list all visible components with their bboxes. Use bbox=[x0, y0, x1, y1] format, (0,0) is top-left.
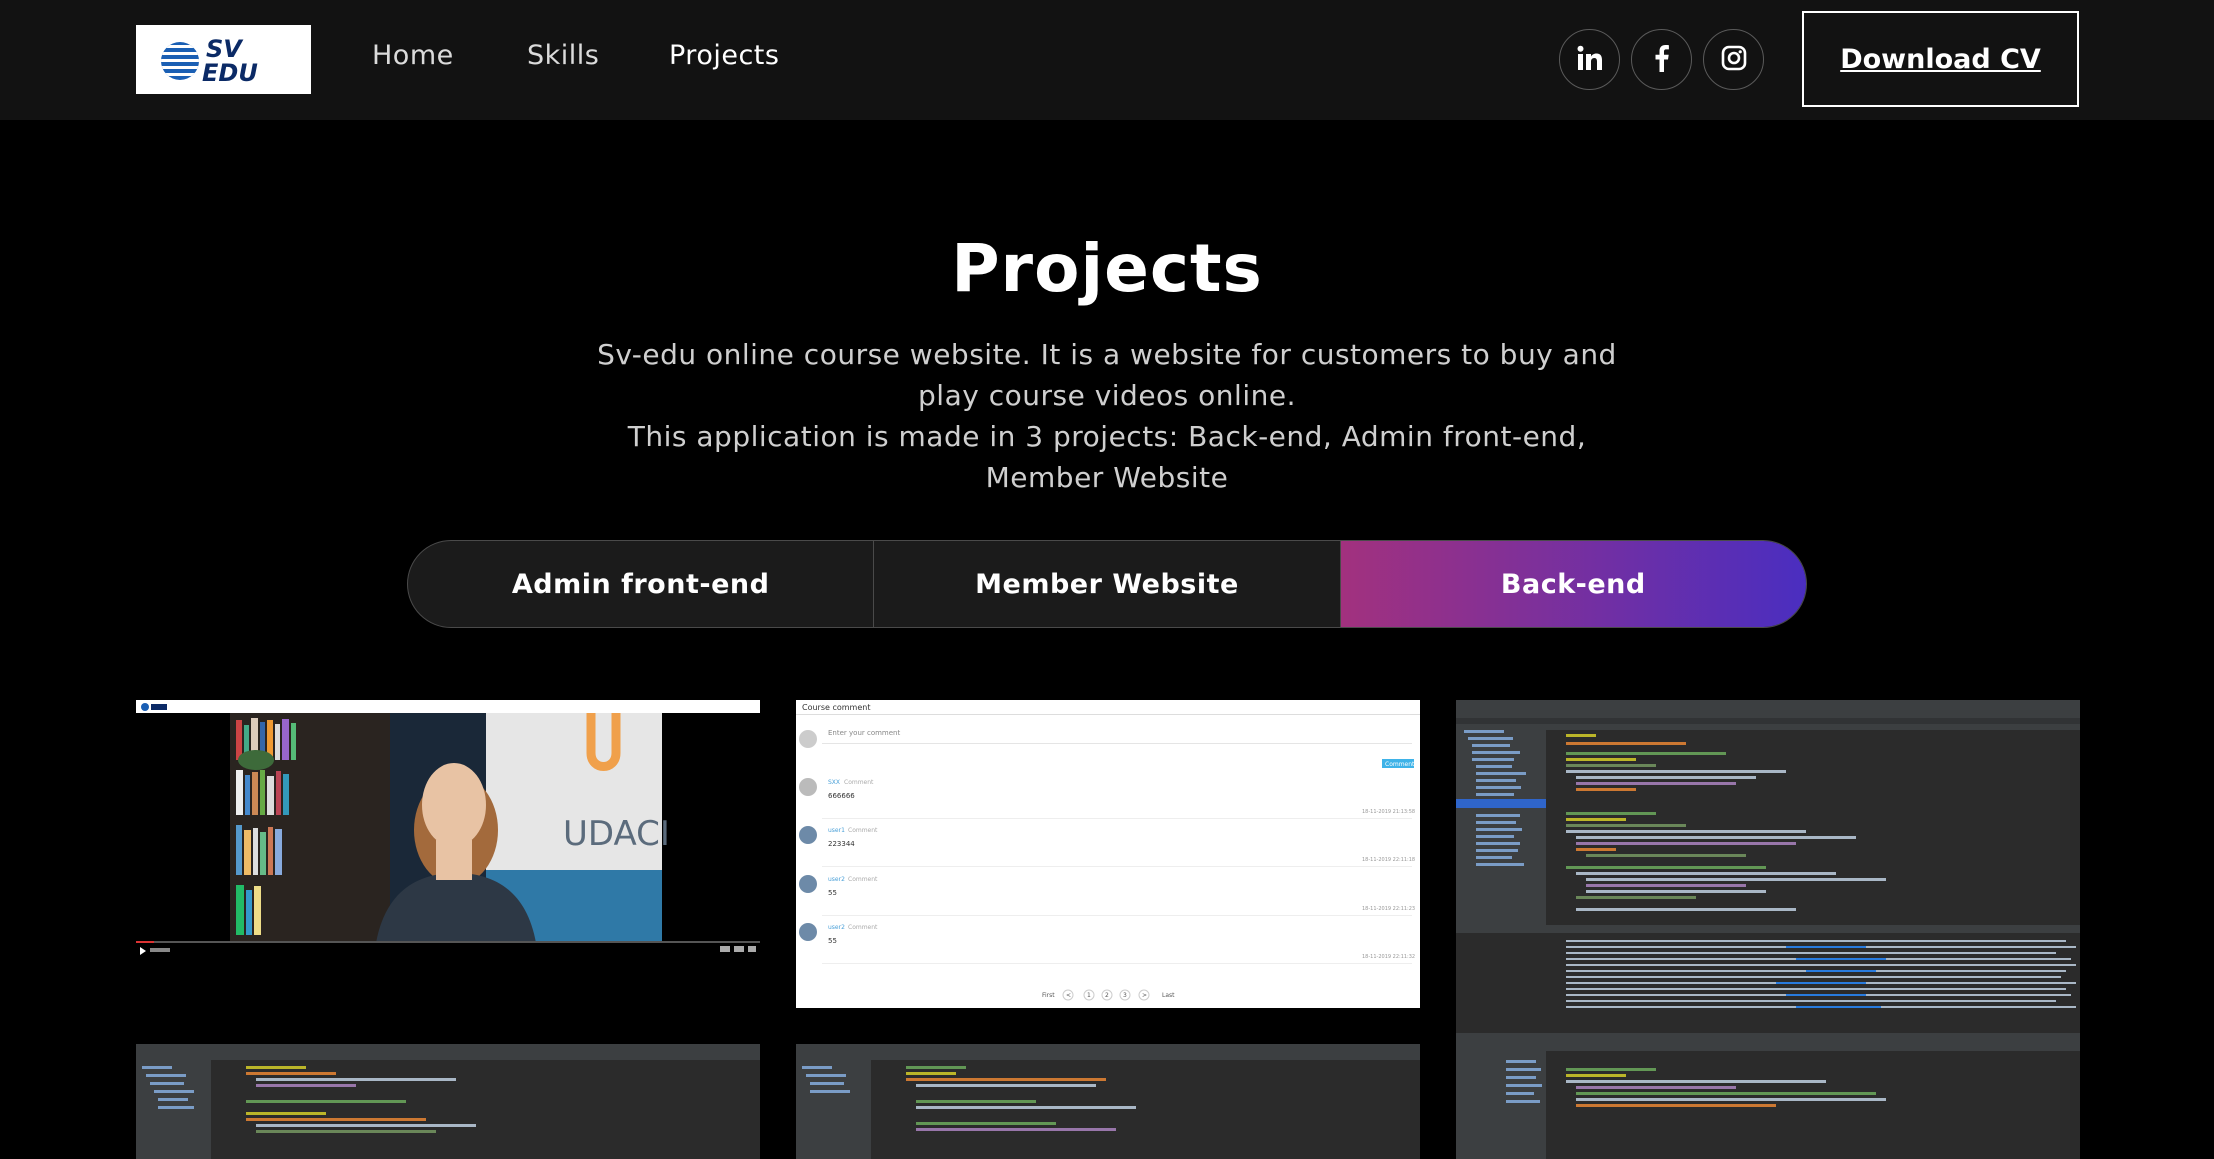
svg-text:666666: 666666 bbox=[828, 792, 855, 800]
comment-panel-header: Course comment bbox=[802, 703, 870, 712]
facebook-button[interactable] bbox=[1631, 29, 1692, 90]
description-line-2: This application is made in 3 projects: … bbox=[627, 420, 1587, 494]
screenshot-ide-code-1[interactable] bbox=[136, 1044, 760, 1159]
description-line-1: Sv-edu online course website. It is a we… bbox=[597, 338, 1617, 412]
screenshot-video-player[interactable]: UDACI bbox=[136, 700, 760, 956]
svg-text:2: 2 bbox=[1105, 992, 1109, 999]
logo-text-edu: EDU bbox=[202, 59, 258, 87]
screenshot-ide-code-2[interactable] bbox=[796, 1044, 1420, 1159]
svg-text:<: < bbox=[1066, 992, 1071, 999]
sv-edu-logo[interactable]: SV EDU bbox=[136, 25, 311, 94]
instagram-icon bbox=[1721, 45, 1747, 75]
linkedin-icon bbox=[1577, 45, 1603, 75]
svg-text:Comment: Comment bbox=[844, 779, 874, 786]
svg-text:18-11-2019 22:11:23: 18-11-2019 22:11:23 bbox=[1362, 906, 1415, 912]
comment-input-placeholder: Enter your comment bbox=[828, 729, 900, 737]
svg-text:>: > bbox=[1142, 992, 1147, 999]
navbar: SV EDU Home Skills Projects Download CV bbox=[0, 0, 2214, 120]
svg-text:55: 55 bbox=[828, 889, 837, 897]
download-cv-button[interactable]: Download CV bbox=[1802, 11, 2079, 107]
svg-text:First: First bbox=[1042, 992, 1055, 999]
linkedin-button[interactable] bbox=[1559, 29, 1620, 90]
svg-text:user2: user2 bbox=[828, 924, 845, 931]
svg-text:Comment: Comment bbox=[848, 924, 878, 931]
svg-text:Comment: Comment bbox=[848, 827, 878, 834]
svg-text:Comment: Comment bbox=[848, 876, 878, 883]
comment-submit-label: Comment bbox=[1385, 761, 1415, 768]
svg-text:18-11-2019 22:11:32: 18-11-2019 22:11:32 bbox=[1362, 954, 1415, 960]
svg-text:55: 55 bbox=[828, 937, 837, 945]
tab-member-website[interactable]: Member Website bbox=[874, 541, 1341, 627]
comment-item: SXX Comment 666666 18-11-2019 21:13:58 bbox=[799, 778, 1415, 819]
svg-text:SXX: SXX bbox=[828, 779, 840, 786]
video-brand-text: UDACI bbox=[563, 814, 670, 854]
svg-text:Last: Last bbox=[1162, 992, 1175, 999]
svg-text:1: 1 bbox=[1087, 992, 1091, 999]
nav-skills[interactable]: Skills bbox=[527, 40, 599, 71]
section-title: Projects bbox=[951, 230, 1263, 307]
instagram-button[interactable] bbox=[1703, 29, 1764, 90]
svg-text:3: 3 bbox=[1123, 992, 1127, 999]
comment-item: user2 Comment 55 18-11-2019 22:11:32 bbox=[799, 923, 1415, 964]
project-tabs: Admin front-end Member Website Back-end bbox=[407, 540, 1807, 628]
svg-text:18-11-2019 21:13:58: 18-11-2019 21:13:58 bbox=[1362, 809, 1415, 815]
comment-pagination: First < 1 2 3 > Last bbox=[1042, 989, 1175, 1001]
tab-back-end[interactable]: Back-end bbox=[1340, 541, 1806, 627]
section-description: Sv-edu online course website. It is a we… bbox=[577, 334, 1637, 498]
svg-text:user1: user1 bbox=[828, 827, 845, 834]
screenshot-course-comment[interactable]: Course comment Enter your comment Commen… bbox=[796, 700, 1420, 1008]
tab-admin-front-end[interactable]: Admin front-end bbox=[408, 541, 875, 627]
svg-text:user2: user2 bbox=[828, 876, 845, 883]
svg-text:223344: 223344 bbox=[828, 840, 855, 848]
facebook-icon bbox=[1654, 44, 1670, 76]
screenshot-ide-backend[interactable] bbox=[1456, 700, 2080, 1159]
comment-item: user2 Comment 55 18-11-2019 22:11:23 bbox=[799, 875, 1415, 916]
nav-home[interactable]: Home bbox=[372, 40, 454, 71]
svg-text:18-11-2019 22:11:18: 18-11-2019 22:11:18 bbox=[1362, 857, 1415, 863]
comment-item: user1 Comment 223344 18-11-2019 22:11:18 bbox=[799, 826, 1415, 867]
nav-projects[interactable]: Projects bbox=[669, 40, 779, 71]
